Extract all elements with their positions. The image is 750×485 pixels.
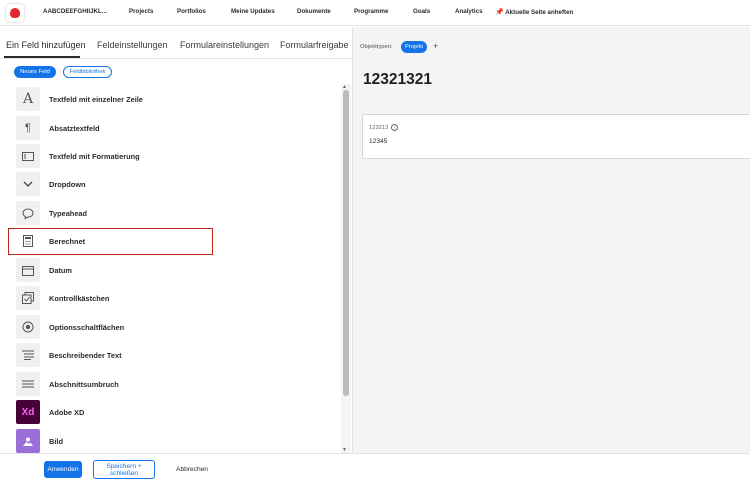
save-close-button[interactable]: Speichern + schließen — [93, 460, 155, 479]
info-icon[interactable]: i — [391, 124, 399, 131]
text-lines-icon — [16, 343, 40, 367]
image-icon — [16, 429, 40, 453]
rich-text-icon — [16, 144, 40, 168]
form-title[interactable]: 12321321 — [363, 71, 432, 89]
scrollbar-thumb[interactable] — [343, 90, 349, 396]
nav-documents[interactable]: Dokumente — [297, 8, 331, 15]
tab-field-settings[interactable]: Feldeinstellungen — [97, 40, 168, 50]
field-type-label: Kontrollkästchen — [49, 293, 110, 303]
nav-app-name[interactable]: AABCDEEFGHIIJKL... — [43, 8, 107, 15]
field-type-paragraph[interactable]: ¶ Absatztextfeld — [16, 116, 226, 140]
field-type-label: Bild — [49, 436, 63, 446]
field-type-label: Dropdown — [49, 179, 86, 189]
field-type-label: Datum — [49, 265, 72, 275]
checkbox-icon — [16, 286, 40, 310]
save-close-line2: schließen — [109, 469, 139, 477]
field-type-label: Adobe XD — [49, 407, 85, 417]
calculator-icon — [16, 229, 40, 253]
nav-projects[interactable]: Projects — [129, 8, 153, 15]
tab-form-sharing[interactable]: Formularfreigabe — [280, 40, 349, 50]
nav-goals[interactable]: Goals — [413, 8, 430, 15]
app-logo[interactable] — [6, 4, 24, 22]
field-type-dropdown[interactable]: Dropdown — [16, 172, 226, 196]
tab-add-field[interactable]: Ein Feld hinzufügen — [6, 40, 86, 50]
form-field-card[interactable]: 123213 i 12345 — [362, 114, 750, 159]
tab-form-settings[interactable]: Formulareinstellungen — [180, 40, 269, 50]
text-a-icon: A — [16, 87, 40, 111]
field-type-typeahead[interactable]: Typeahead — [16, 201, 226, 225]
nav-analytics[interactable]: Analytics — [455, 8, 483, 15]
field-type-descriptive-text[interactable]: Beschreibender Text — [16, 343, 226, 367]
form-field-label: 123213 — [369, 124, 389, 131]
field-type-single-line[interactable]: A Textfeld mit einzelner Zeile — [16, 87, 226, 111]
field-type-rich-text[interactable]: Textfeld mit Formatierung — [16, 144, 226, 168]
pin-icon: 📌 — [495, 9, 504, 16]
object-type-pill[interactable]: Projekt — [401, 41, 427, 53]
add-object-type-button[interactable]: + — [433, 41, 438, 51]
field-library-pill[interactable]: Feldbibliothek — [63, 66, 112, 78]
chat-bubble-icon — [16, 201, 40, 225]
object-types-label: Objekttypen: — [360, 44, 393, 50]
field-type-label: Textfeld mit einzelner Zeile — [49, 94, 143, 104]
pin-page-button[interactable]: 📌 Aktuelle Seite anheften — [495, 8, 573, 16]
new-field-pill[interactable]: Neues Feld — [14, 66, 56, 78]
heart-logo-icon — [10, 8, 20, 18]
field-type-label: Berechnet — [49, 236, 86, 246]
cancel-button[interactable]: Abbrechen — [169, 461, 215, 478]
field-type-checkbox[interactable]: Kontrollkästchen — [16, 286, 226, 310]
section-break-icon — [16, 372, 40, 396]
field-type-label: Absatztextfeld — [49, 123, 100, 133]
paragraph-icon: ¶ — [16, 116, 40, 140]
field-type-calculated[interactable]: Berechnet — [8, 229, 226, 254]
nav-my-updates[interactable]: Meine Updates — [231, 8, 275, 15]
field-list-scrollbar[interactable]: ▲ ▼ — [341, 84, 351, 453]
tabs-divider — [0, 58, 352, 59]
top-navigation: AABCDEEFGHIIJKL... Projects Portfolios M… — [0, 0, 750, 26]
chevron-down-icon — [16, 172, 40, 196]
radio-icon — [16, 315, 40, 339]
calendar-icon — [16, 258, 40, 282]
field-type-section-break[interactable]: Abschnittsumbruch — [16, 372, 226, 396]
field-type-radio[interactable]: Optionsschaltflächen — [16, 315, 226, 339]
nav-programs[interactable]: Programme — [354, 8, 388, 15]
field-type-label: Textfeld mit Formatierung — [49, 151, 140, 161]
adobe-xd-icon: Xd — [16, 400, 40, 424]
field-type-label: Abschnittsumbruch — [49, 379, 119, 389]
field-type-label: Beschreibender Text — [49, 350, 122, 360]
pin-page-label: Aktuelle Seite anheften — [505, 9, 574, 16]
save-close-line1: Speichern + — [106, 462, 142, 470]
form-field-label-row: 123213 i — [369, 124, 399, 131]
field-type-image[interactable]: Bild — [16, 429, 226, 453]
field-type-date[interactable]: Datum — [16, 258, 226, 282]
field-type-list: A Textfeld mit einzelner Zeile ¶ Absatzt… — [0, 84, 340, 453]
field-type-label: Typeahead — [49, 208, 88, 218]
field-type-adobe-xd[interactable]: Xd Adobe XD — [16, 400, 226, 424]
nav-portfolios[interactable]: Portfolios — [177, 8, 206, 15]
apply-button[interactable]: Anwenden — [44, 461, 82, 478]
field-type-label: Optionsschaltflächen — [49, 322, 125, 332]
form-preview-panel: Objekttypen: Projekt + 12321321 123213 i… — [352, 27, 750, 453]
form-field-value: 12345 — [369, 138, 388, 145]
